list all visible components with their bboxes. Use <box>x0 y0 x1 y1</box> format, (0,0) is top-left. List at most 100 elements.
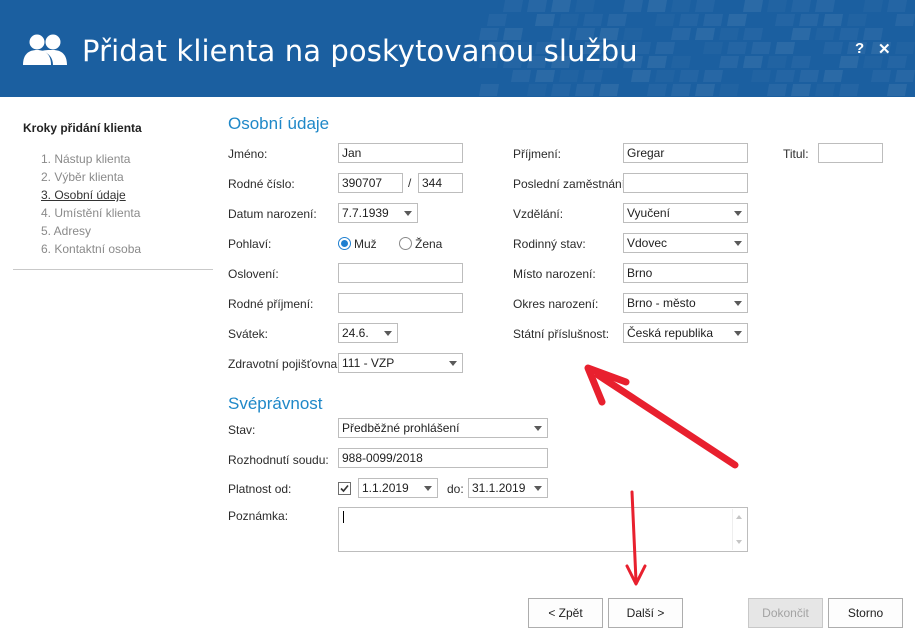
pohlavi-zena-label[interactable]: Žena <box>415 237 442 251</box>
header-pattern-tile <box>790 84 812 96</box>
vzdelani-select[interactable]: Vyučení <box>623 203 748 223</box>
header-pattern-tile <box>582 14 604 26</box>
chevron-down-icon <box>424 486 432 491</box>
prijmeni-field[interactable]: Gregar <box>623 143 748 163</box>
header-pattern-tile <box>550 0 572 12</box>
header-pattern-tile <box>742 0 764 12</box>
jmeno-field[interactable]: Jan <box>338 143 463 163</box>
rodinny-stav-label: Rodinný stav: <box>513 237 586 251</box>
header-pattern-tile <box>895 42 915 54</box>
scroll-down-icon[interactable] <box>736 540 742 544</box>
header-pattern-tile <box>582 70 604 82</box>
step-adresy[interactable]: 5. Adresy <box>41 224 91 238</box>
header-pattern-tile <box>838 84 860 96</box>
header-pattern-tile <box>751 70 771 82</box>
finish-button[interactable]: Dokončit <box>748 598 823 628</box>
platnost-od-picker[interactable]: 1.1.2019 <box>358 478 438 498</box>
platnost-do-picker[interactable]: 31.1.2019 <box>468 478 548 498</box>
poznamka-textarea[interactable] <box>338 507 748 552</box>
header-pattern-tile <box>646 0 668 12</box>
header-pattern-tile <box>534 70 556 82</box>
okres-narozeni-select[interactable]: Brno - město <box>623 293 748 313</box>
osloveni-field[interactable] <box>338 263 463 283</box>
titul-field[interactable] <box>818 143 883 163</box>
step-osobni-udaje[interactable]: 3. Osobní údaje <box>41 188 126 202</box>
help-icon[interactable]: ? <box>855 40 864 57</box>
close-icon[interactable]: ✕ <box>878 40 891 58</box>
platnost-checkbox[interactable] <box>338 482 351 495</box>
statni-prislusnost-label: Státní příslušnost: <box>513 327 610 341</box>
sidebar-divider <box>13 269 213 270</box>
chevron-down-icon <box>734 211 742 216</box>
header-pattern-tile <box>526 0 548 12</box>
header-pattern-tile <box>767 56 787 68</box>
header-pattern-tile <box>790 0 812 12</box>
datum-narozeni-picker[interactable]: 7.7.1939 <box>338 203 418 223</box>
header-pattern-tile <box>486 14 508 26</box>
header-pattern-tile <box>726 14 748 26</box>
scroll-up-icon[interactable] <box>736 515 742 519</box>
pojistovna-label: Zdravotní pojišťovna: <box>228 357 341 371</box>
step-umisteni-klienta[interactable]: 4. Umístění klienta <box>41 206 140 220</box>
rodne-prijmeni-label: Rodné příjmení: <box>228 297 314 311</box>
posledni-zamestnani-field[interactable] <box>623 173 748 193</box>
pohlavi-muz-label[interactable]: Muž <box>354 237 377 251</box>
header-pattern-tile <box>510 70 532 82</box>
header-pattern-tile <box>670 28 692 40</box>
header-pattern-tile <box>766 84 788 96</box>
rodne-cislo-field-1[interactable]: 390707 <box>338 173 403 193</box>
header-pattern-tile <box>719 84 739 96</box>
header-pattern-tile <box>719 28 739 40</box>
header-pattern-tile <box>671 0 691 12</box>
rodinny-stav-value: Vdovec <box>627 236 668 250</box>
pohlavi-label: Pohlaví: <box>228 237 272 251</box>
header-pattern-tile <box>774 14 796 26</box>
step-kontaktni-osoba[interactable]: 6. Kontaktní osoba <box>41 242 141 256</box>
okres-narozeni-label: Okres narození: <box>513 297 599 311</box>
header-pattern-tile <box>478 84 500 96</box>
misto-narozeni-label: Místo narození: <box>513 267 596 281</box>
chevron-down-icon <box>534 426 542 431</box>
header-pattern-tile <box>798 70 820 82</box>
chevron-down-icon <box>734 241 742 246</box>
platnost-do-value: 31.1.2019 <box>472 481 526 495</box>
rodne-cislo-field-2[interactable]: 344 <box>418 173 463 193</box>
okres-narozeni-value: Brno - město <box>627 296 696 310</box>
header-pattern-tile <box>646 84 668 96</box>
header-pattern-tile <box>822 14 844 26</box>
stav-value: Předběžné prohlášení <box>342 421 460 435</box>
checkmark-icon <box>340 484 349 493</box>
header-pattern-tile <box>694 0 716 12</box>
users-icon <box>23 34 67 65</box>
header-pattern-tile <box>622 0 644 12</box>
pohlavi-zena-radio[interactable] <box>399 237 412 250</box>
rodne-prijmeni-field[interactable] <box>338 293 463 313</box>
header-pattern-tile <box>598 84 620 96</box>
header-pattern-tile <box>654 42 676 54</box>
header-pattern-tile <box>815 28 835 40</box>
text-cursor <box>343 511 344 523</box>
step-nastup-klienta[interactable]: 1. Nástup klienta <box>41 152 130 166</box>
stav-select[interactable]: Předběžné prohlášení <box>338 418 548 438</box>
header-pattern-tile <box>894 70 915 82</box>
header-pattern-tile <box>838 28 860 40</box>
header-pattern-tile <box>790 56 812 68</box>
header-pattern-tile <box>575 0 595 12</box>
pojistovna-select[interactable]: 111 - VZP <box>338 353 463 373</box>
pohlavi-muz-radio[interactable] <box>338 237 351 250</box>
header-pattern-tile <box>502 0 524 12</box>
next-button[interactable]: Další > <box>608 598 683 628</box>
cancel-button[interactable]: Storno <box>828 598 903 628</box>
statni-prislusnost-select[interactable]: Česká republika <box>623 323 748 343</box>
vzdelani-value: Vyučení <box>627 206 670 220</box>
rozhodnuti-field[interactable]: 988-0099/2018 <box>338 448 548 468</box>
svatek-select[interactable]: 24.6. <box>338 323 398 343</box>
rodinny-stav-select[interactable]: Vdovec <box>623 233 748 253</box>
osloveni-label: Oslovení: <box>228 267 279 281</box>
back-button[interactable]: < Zpět <box>528 598 603 628</box>
textarea-scrollbar[interactable] <box>732 509 746 550</box>
step-vyber-klienta[interactable]: 2. Výběr klienta <box>41 170 124 184</box>
header-pattern-tile <box>822 70 844 82</box>
header-pattern-tile <box>670 84 692 96</box>
misto-narozeni-field[interactable]: Brno <box>623 263 748 283</box>
